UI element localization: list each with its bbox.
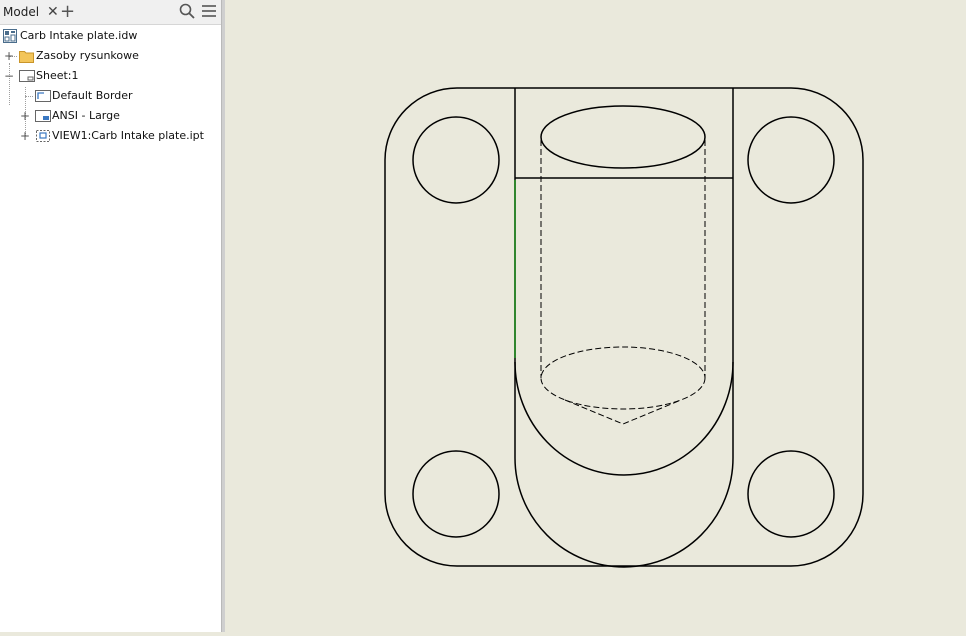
hidden-bottom-ellipse xyxy=(540,346,706,410)
tree-item-default-border[interactable]: Default Border xyxy=(35,86,133,106)
drawing-document-icon xyxy=(3,29,17,43)
search-icon[interactable] xyxy=(179,3,195,23)
tab-model[interactable]: Model ✕ xyxy=(0,0,59,24)
tree-item-view1[interactable]: VIEW1:Carb Intake plate.ipt xyxy=(35,126,204,146)
tree-root-document[interactable]: Carb Intake plate.idw xyxy=(3,26,137,46)
drawing-view-carb-intake-plate[interactable] xyxy=(225,0,966,632)
tree-item-ansi-large[interactable]: ANSI - Large xyxy=(35,106,120,126)
tree-item-label: VIEW1:Carb Intake plate.ipt xyxy=(52,129,204,142)
browser-tab-bar: Model ✕ + xyxy=(0,0,221,25)
hamburger-menu-icon[interactable] xyxy=(201,3,217,23)
title-block-icon xyxy=(35,109,51,123)
tab-model-label: Model xyxy=(3,5,40,19)
expand-icon[interactable]: + xyxy=(20,110,30,122)
bolt-hole-top-left xyxy=(412,116,500,204)
tree-item-sheet-1[interactable]: Sheet:1 xyxy=(19,66,79,86)
model-browser: Model ✕ + Carb Intake plate.idw + Zasoby xyxy=(0,0,221,632)
tree-item-zasoby-rysunkowe[interactable]: Zasoby rysunkowe xyxy=(19,46,139,66)
bolt-hole-bottom-right xyxy=(747,450,835,538)
sheet-icon xyxy=(19,69,35,83)
tree-item-label: Zasoby rysunkowe xyxy=(36,49,139,62)
border-icon xyxy=(35,89,51,103)
drawing-canvas[interactable] xyxy=(225,0,966,632)
tree-item-label: Sheet:1 xyxy=(36,69,79,82)
plate-outline xyxy=(384,87,864,567)
hidden-drill-point xyxy=(564,399,682,425)
bolt-hole-top-right xyxy=(747,116,835,204)
tree-item-label: Default Border xyxy=(52,89,133,102)
bore-top-ellipse xyxy=(540,105,706,169)
collapse-icon[interactable]: − xyxy=(4,70,14,82)
folder-icon xyxy=(19,49,34,63)
plus-icon[interactable]: + xyxy=(60,2,75,22)
expand-icon[interactable]: + xyxy=(4,50,14,62)
drawing-view-icon xyxy=(35,129,50,143)
tree-root-label: Carb Intake plate.idw xyxy=(20,29,138,42)
channel-inner-arc xyxy=(514,361,734,476)
bolt-hole-bottom-left xyxy=(412,450,500,538)
close-icon[interactable]: ✕ xyxy=(47,4,59,20)
tree-item-label: ANSI - Large xyxy=(52,109,120,122)
central-channel-outer xyxy=(514,88,734,568)
expand-icon[interactable]: + xyxy=(20,130,30,142)
